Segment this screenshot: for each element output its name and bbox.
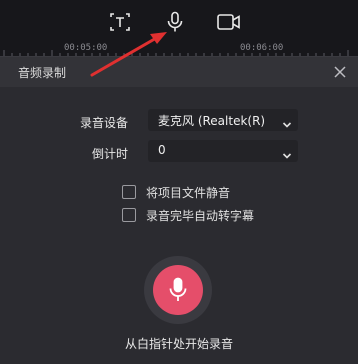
video-camera-icon[interactable]	[216, 10, 240, 34]
record-button-inner	[153, 265, 203, 315]
mute-project-label: 将项目文件静音	[146, 186, 231, 200]
countdown-select-value: 0	[158, 143, 166, 157]
ruler-label-1: 00:05:00	[64, 43, 108, 53]
auto-subtitle-checkbox[interactable]	[122, 208, 136, 222]
countdown-label: 倒计时	[91, 147, 128, 161]
device-label: 录音设备	[79, 116, 128, 130]
device-select-value: 麦克风 (Realtek(R)	[158, 114, 266, 128]
record-button[interactable]	[144, 256, 212, 324]
countdown-select[interactable]: 0	[148, 140, 298, 162]
dialog-title: 音频录制	[18, 66, 67, 80]
close-icon[interactable]	[332, 64, 348, 80]
top-toolbar	[0, 0, 358, 38]
microphone-icon	[169, 277, 187, 301]
audio-record-dialog: 音频录制 录音设备 麦克风 (Realtek(R) 倒计时 0 将项目文件静音 …	[0, 56, 358, 364]
device-select[interactable]: 麦克风 (Realtek(R)	[148, 109, 298, 131]
auto-subtitle-checkbox-row[interactable]: 录音完毕自动转字幕	[122, 207, 292, 225]
chevron-down-icon	[282, 146, 292, 165]
timeline-ruler[interactable]: 00:05:00 00:06:00	[0, 38, 358, 58]
chevron-down-icon	[282, 115, 292, 134]
mute-project-checkbox[interactable]	[122, 185, 136, 199]
auto-subtitle-label: 录音完毕自动转字幕	[146, 209, 255, 223]
record-hint: 从白指针处开始录音	[124, 337, 233, 351]
mute-project-checkbox-row[interactable]: 将项目文件静音	[122, 184, 272, 202]
ruler-label-2: 00:06:00	[240, 43, 284, 53]
dialog-header: 音频录制	[0, 57, 358, 87]
microphone-icon[interactable]	[163, 10, 187, 34]
text-icon[interactable]	[108, 10, 132, 34]
